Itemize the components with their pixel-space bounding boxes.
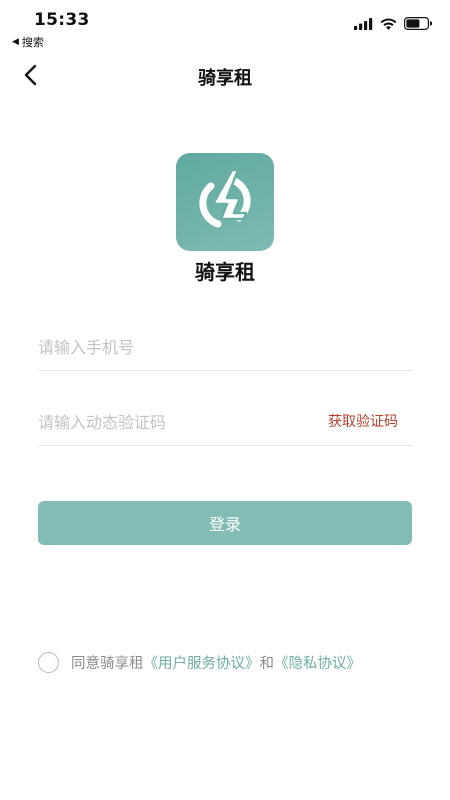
back-to-app-link[interactable]: ◀ 搜索 — [12, 34, 44, 50]
phone-field — [38, 325, 412, 371]
agreement-prefix: 同意骑享租 — [71, 656, 144, 672]
lightning-bolt-icon — [199, 168, 251, 228]
app-name: 骑享租 — [195, 260, 255, 284]
status-time: 15:33 — [34, 10, 90, 30]
status-bar: 15:33 ◀ 搜索 — [0, 0, 450, 50]
verification-code-field: 获取验证码 — [38, 400, 412, 446]
login-button[interactable]: 登录 — [38, 501, 412, 545]
agreement-row: 同意骑享租 《用户服务协议》 和 《隐私协议》 — [38, 652, 361, 673]
back-triangle-icon: ◀ — [12, 37, 19, 47]
get-code-button[interactable]: 获取验证码 — [328, 411, 398, 431]
page-title: 骑享租 — [198, 68, 252, 89]
agreement-and: 和 — [259, 656, 275, 672]
back-app-label: 搜索 — [21, 36, 44, 49]
phone-input[interactable] — [38, 325, 412, 369]
verification-code-input[interactable] — [38, 400, 308, 444]
user-agreement-link[interactable]: 《用户服务协议》 — [144, 652, 260, 673]
battery-icon — [404, 17, 432, 30]
privacy-policy-link[interactable]: 《隐私协议》 — [274, 652, 361, 673]
cellular-signal-icon — [354, 17, 373, 30]
status-icons — [354, 17, 432, 30]
wifi-icon — [380, 17, 397, 30]
agreement-checkbox[interactable] — [38, 652, 59, 673]
app-logo — [176, 153, 274, 251]
nav-bar: 骑享租 — [0, 52, 450, 98]
